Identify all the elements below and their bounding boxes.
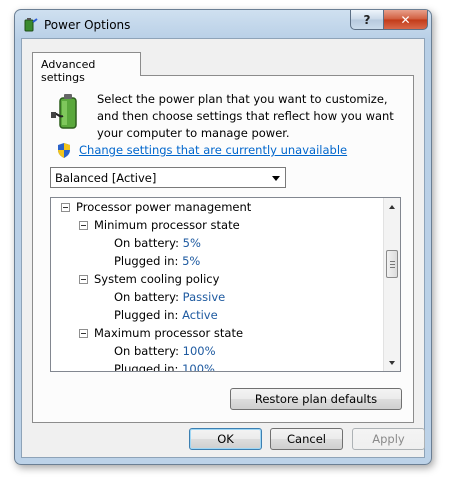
- vertical-scrollbar[interactable]: [383, 198, 400, 371]
- scroll-down-button[interactable]: [384, 354, 400, 371]
- setting-label: Plugged in:: [114, 308, 179, 322]
- change-settings-link[interactable]: Change settings that are currently unava…: [79, 143, 347, 157]
- settings-tree[interactable]: Processor power management Minimum proce…: [50, 197, 401, 372]
- setting-value[interactable]: Passive: [183, 290, 226, 304]
- setting-value[interactable]: 100%: [182, 362, 215, 371]
- title-bar[interactable]: Power Options ? ✕: [15, 10, 431, 38]
- window-title: Power Options: [44, 18, 131, 32]
- collapse-icon[interactable]: [79, 329, 88, 338]
- apply-button[interactable]: Apply: [352, 428, 425, 450]
- arrow-up-icon: [389, 204, 395, 209]
- cancel-button[interactable]: Cancel: [270, 428, 343, 450]
- battery-plug-icon: [51, 94, 77, 129]
- chevron-down-icon: [272, 176, 280, 181]
- scrollbar-thumb[interactable]: [386, 250, 398, 278]
- close-button[interactable]: ✕: [383, 10, 428, 30]
- tree-group-label: Maximum processor state: [94, 326, 244, 340]
- setting-label: On battery:: [114, 290, 180, 304]
- ok-button[interactable]: OK: [189, 428, 262, 450]
- tree-group-label: Minimum processor state: [94, 218, 240, 232]
- scroll-up-button[interactable]: [384, 198, 400, 215]
- tab-advanced-settings[interactable]: Advanced settings: [32, 52, 141, 84]
- arrow-down-icon: [389, 360, 395, 365]
- setting-value[interactable]: 5%: [183, 236, 201, 250]
- help-button[interactable]: ?: [350, 10, 384, 30]
- uac-shield-icon: [58, 143, 70, 158]
- close-icon: ✕: [400, 12, 411, 27]
- collapse-icon[interactable]: [61, 203, 70, 212]
- setting-label: On battery:: [114, 236, 180, 250]
- setting-label: On battery:: [114, 344, 180, 358]
- power-plan-dropdown[interactable]: Balanced [Active]: [50, 167, 286, 188]
- tree-section-label: Processor power management: [76, 200, 252, 214]
- intro-text: Select the power plan that you want to c…: [97, 92, 394, 140]
- tree-group-label: System cooling policy: [94, 272, 220, 286]
- restore-plan-defaults-button[interactable]: Restore plan defaults: [230, 388, 402, 410]
- power-options-icon: [24, 18, 38, 32]
- collapse-icon[interactable]: [79, 275, 88, 284]
- collapse-icon[interactable]: [79, 221, 88, 230]
- setting-value[interactable]: Active: [182, 308, 218, 322]
- setting-label: Plugged in:: [114, 362, 179, 372]
- setting-value[interactable]: 100%: [183, 344, 216, 358]
- dialog-client-area: Advanced settings Select the power plan …: [21, 38, 425, 458]
- advanced-settings-panel: Select the power plan that you want to c…: [32, 75, 414, 423]
- setting-label: Plugged in:: [114, 254, 179, 268]
- help-icon: ?: [363, 12, 371, 27]
- setting-value[interactable]: 5%: [182, 254, 200, 268]
- power-plan-selected: Balanced [Active]: [55, 171, 157, 185]
- power-options-window: Power Options ? ✕ Advanced settings Sele…: [14, 9, 432, 465]
